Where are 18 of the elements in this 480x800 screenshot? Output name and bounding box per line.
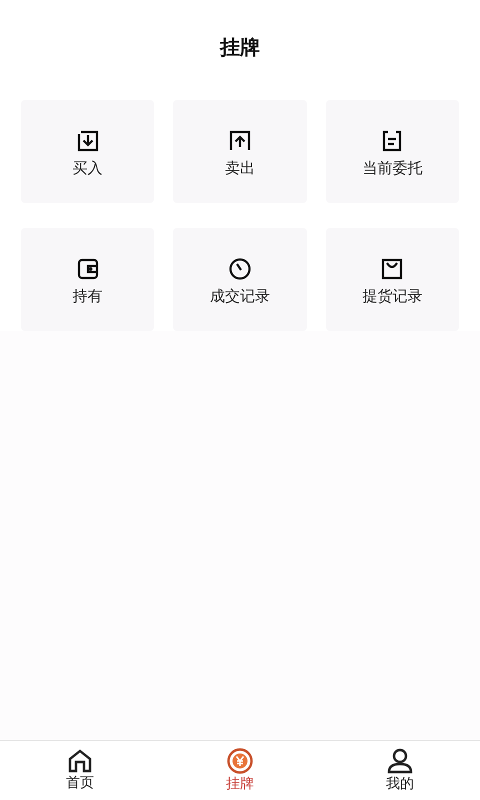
- tab[interactable]: 我的: [366, 741, 434, 800]
- wallet-icon: [76, 257, 100, 281]
- tab[interactable]: 首页: [46, 741, 114, 800]
- yen-coin-icon: [227, 748, 253, 774]
- clock-icon: [228, 257, 252, 281]
- home-icon: [67, 749, 93, 773]
- menu-tile[interactable]: 成交记录: [173, 228, 307, 331]
- menu-tile[interactable]: 买入: [21, 100, 154, 203]
- menu-tile[interactable]: 当前委托: [326, 100, 459, 203]
- user-icon: [387, 748, 413, 774]
- tab[interactable]: 挂牌: [206, 741, 274, 800]
- page-title: 挂牌: [220, 34, 260, 61]
- download-icon: [76, 129, 100, 153]
- menu-tile[interactable]: 卖出: [173, 100, 307, 203]
- menu-tile[interactable]: 持有: [21, 228, 154, 331]
- upload-icon: [228, 129, 252, 153]
- menu-tile[interactable]: 提货记录: [326, 228, 459, 331]
- bag-icon: [380, 257, 404, 281]
